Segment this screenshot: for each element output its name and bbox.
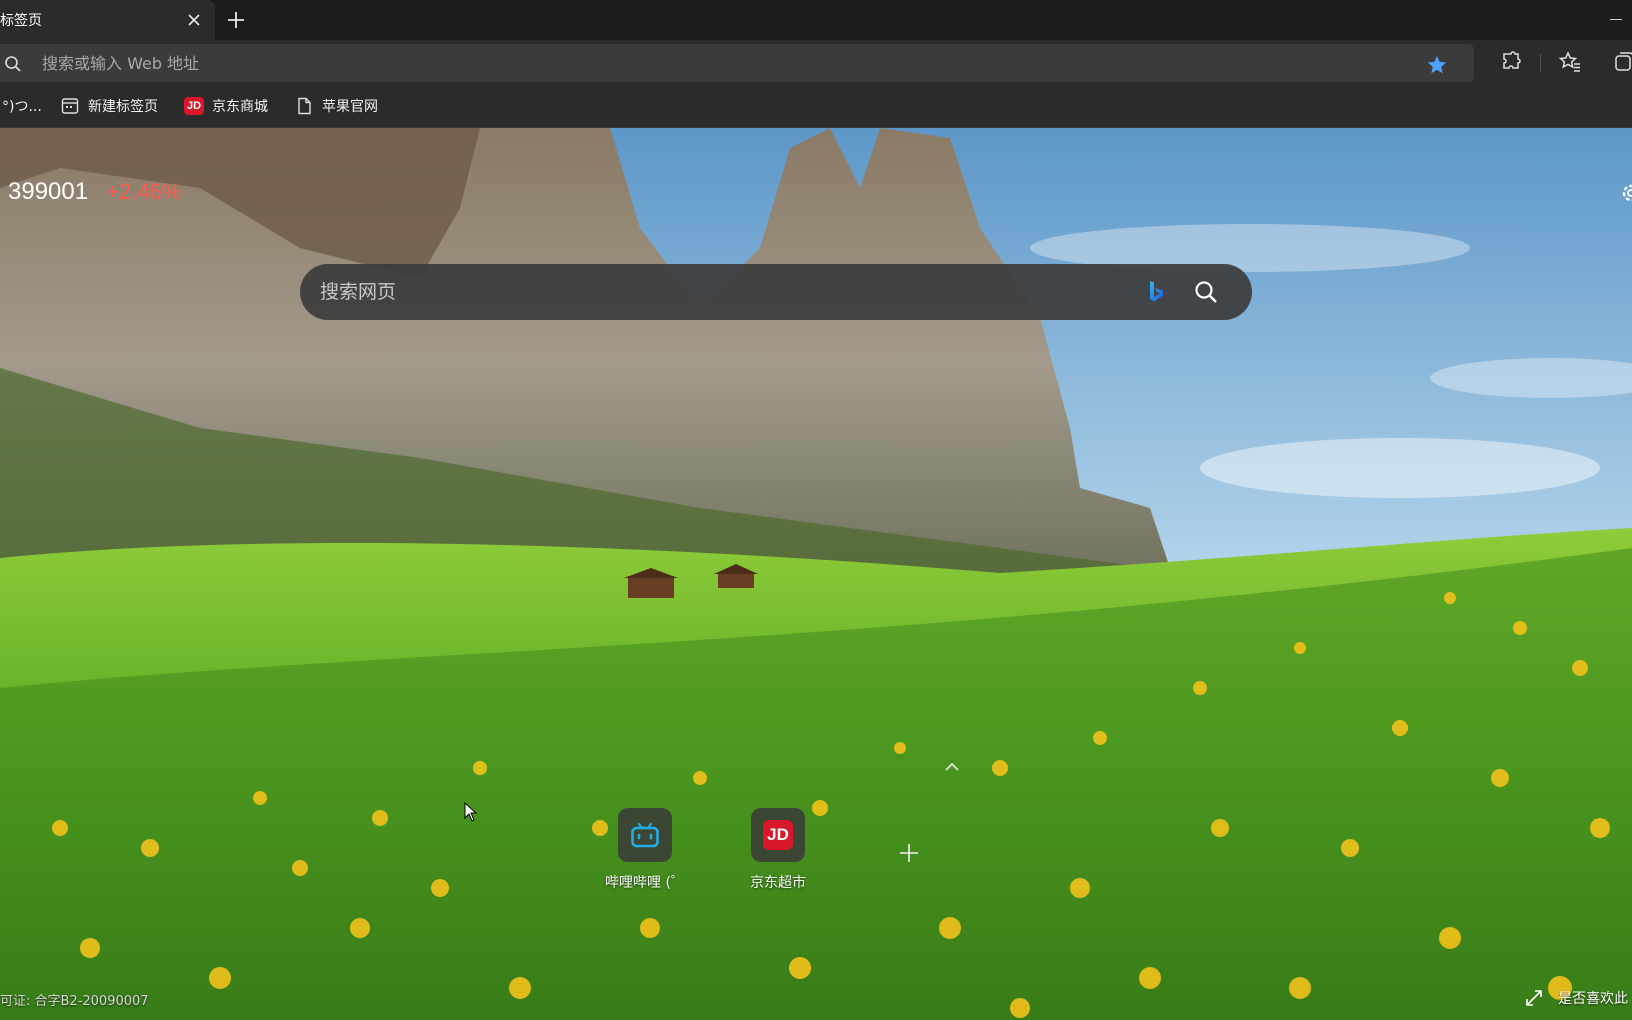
quicklink-tile[interactable]: JD <box>751 808 805 862</box>
extensions-icon[interactable] <box>1498 50 1522 74</box>
tab-strip: 新标签页 <box>0 0 1632 40</box>
expand-icon[interactable] <box>1524 988 1544 1008</box>
bookmark-item-jd[interactable]: JD 京东商城 <box>184 94 268 118</box>
stock-code: 399001 <box>8 178 89 205</box>
bookmark-label: °)つ... <box>2 99 42 115</box>
new-tab-page: 399001 +2.46% 哔哩哔哩 (゜ <box>0 128 1632 1020</box>
bookmark-item-1[interactable]: °)つ... <box>2 94 42 118</box>
tab-title: 新标签页 <box>0 13 42 29</box>
stock-change: +2.46% <box>106 179 182 204</box>
feedback-link[interactable]: 是否喜欢此 <box>1558 988 1628 1008</box>
mouse-cursor-icon <box>464 802 478 822</box>
quicklink-tile[interactable] <box>618 808 672 862</box>
quicklink-jd[interactable]: JD 京东超市 <box>723 808 833 892</box>
plus-icon[interactable] <box>224 8 248 32</box>
stock-ticker[interactable]: 399001 +2.46% <box>8 178 181 206</box>
bookmarks-bar: °)つ... 新建标签页 JD 京东商城 苹果官网 <box>0 84 1632 128</box>
bilibili-icon <box>631 822 659 848</box>
search-icon <box>5 56 21 72</box>
newtab-page-icon <box>61 98 79 114</box>
bookmark-item-apple[interactable]: 苹果官网 <box>294 94 378 118</box>
bookmark-label: 苹果官网 <box>322 99 378 115</box>
quicklink-bilibili[interactable]: 哔哩哔哩 (゜ <box>590 808 700 892</box>
browser-toolbar <box>0 40 1632 84</box>
address-bar[interactable] <box>0 44 1474 82</box>
gear-icon[interactable] <box>1618 180 1632 206</box>
collections-icon[interactable] <box>1612 50 1632 74</box>
tab-new-tab[interactable]: 新标签页 <box>0 0 215 40</box>
favorite-star-icon[interactable] <box>1426 54 1448 76</box>
jd-icon: JD <box>184 96 204 116</box>
add-quicklink-plus-icon[interactable] <box>898 842 920 864</box>
quicklink-label: 哔哩哔哩 (゜ <box>605 875 685 891</box>
page-icon <box>298 97 311 115</box>
license-text: 可证: 合字B2-20090007 <box>0 994 149 1009</box>
search-input[interactable] <box>320 264 1120 320</box>
quicklink-label: 京东超市 <box>750 875 806 891</box>
bookmark-item-newtab[interactable]: 新建标签页 <box>60 94 158 118</box>
bookmark-label: 新建标签页 <box>88 99 158 115</box>
close-icon[interactable] <box>184 10 204 30</box>
minimize-icon[interactable] <box>1610 19 1622 20</box>
web-search-box[interactable] <box>300 264 1252 320</box>
favorites-icon[interactable] <box>1558 50 1582 74</box>
bing-logo-icon[interactable] <box>1142 278 1170 306</box>
toolbar-separator <box>1540 54 1541 72</box>
address-input[interactable] <box>42 44 1342 82</box>
jd-icon: JD <box>763 820 793 850</box>
chevron-up-icon[interactable] <box>942 760 962 774</box>
search-icon[interactable] <box>1192 278 1220 306</box>
bookmark-label: 京东商城 <box>212 99 268 115</box>
